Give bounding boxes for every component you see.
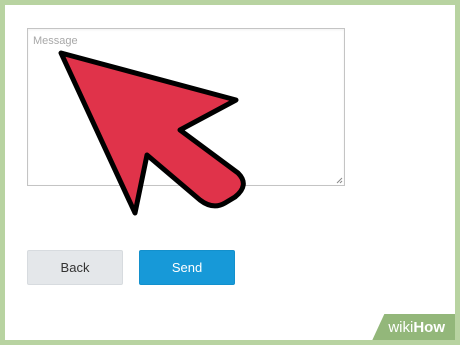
page-frame: Message Back Send: [0, 0, 460, 345]
back-button[interactable]: Back: [27, 250, 123, 285]
wikihow-watermark: wiki How: [372, 314, 455, 340]
back-button-label: Back: [60, 260, 90, 275]
watermark-suffix: How: [413, 318, 445, 336]
send-button-label: Send: [171, 260, 203, 275]
message-placeholder: Message: [33, 35, 78, 47]
watermark-prefix: wiki: [388, 318, 414, 336]
send-button[interactable]: Send: [139, 250, 235, 285]
resize-grip-icon[interactable]: [335, 176, 343, 184]
message-textarea[interactable]: Message: [27, 28, 345, 186]
